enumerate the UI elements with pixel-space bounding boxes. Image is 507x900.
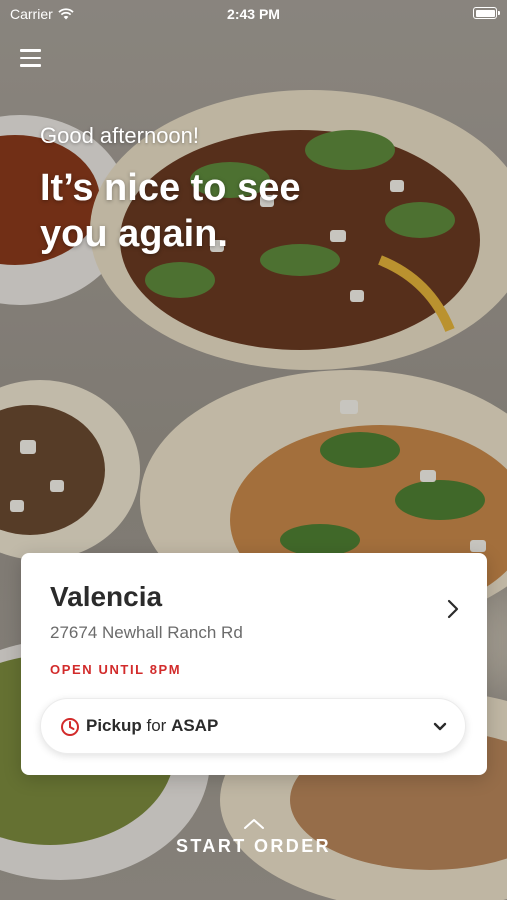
order-connector: for	[146, 716, 167, 735]
store-address: 27674 Newhall Ranch Rd	[50, 623, 243, 642]
start-order-label: START ORDER	[175, 836, 332, 856]
greeting-text: Good afternoon!	[40, 123, 200, 148]
store-hours-status: OPEN UNTIL 8PM	[50, 662, 182, 677]
status-bar: Carrier 2:43 PM	[0, 0, 507, 28]
menu-icon	[20, 49, 41, 67]
chevron-down-icon	[433, 722, 447, 731]
store-selector[interactable]: Valencia 27674 Newhall Ranch Rd	[21, 553, 487, 653]
order-time: ASAP	[171, 716, 219, 735]
clock-icon	[61, 718, 79, 736]
order-mode-text: Pickup for ASAP	[86, 716, 218, 736]
start-order-button[interactable]: START ORDER	[0, 818, 507, 857]
store-card: Valencia 27674 Newhall Ranch Rd OPEN UNT…	[21, 553, 487, 775]
menu-button[interactable]	[20, 49, 41, 67]
battery-icon	[473, 7, 500, 19]
store-name: Valencia	[50, 581, 163, 612]
chevron-up-icon	[243, 819, 264, 829]
chevron-right-icon	[447, 599, 459, 619]
status-time: 2:43 PM	[227, 6, 280, 22]
order-mode-selector[interactable]: Pickup for ASAP	[40, 698, 466, 754]
welcome-headline: It’s nice to see you again.	[40, 167, 301, 255]
order-method: Pickup	[86, 716, 142, 735]
